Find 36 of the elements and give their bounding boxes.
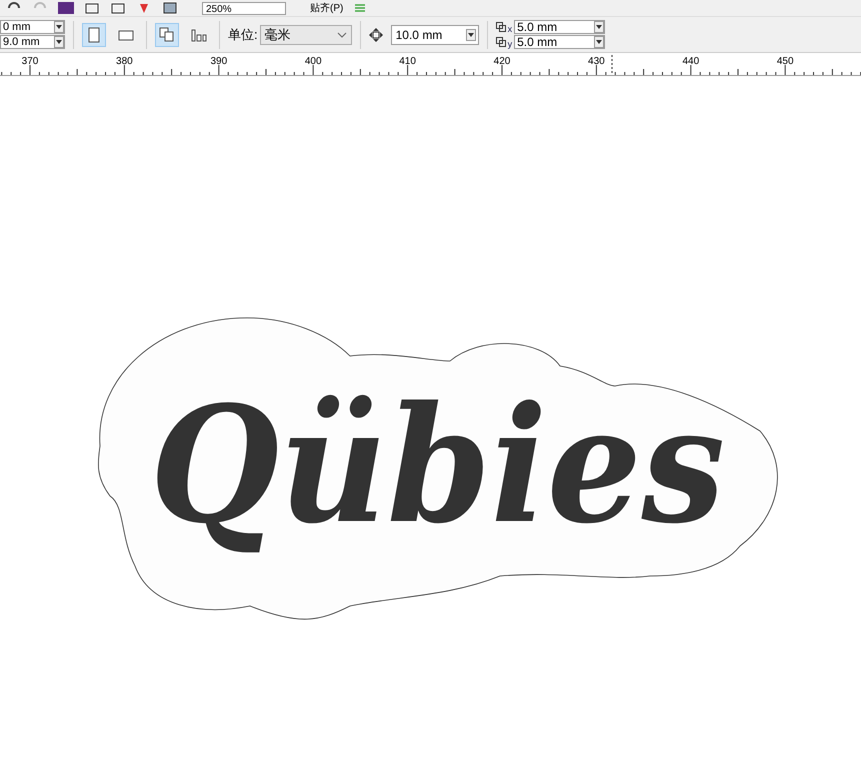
- page-icon: [86, 26, 102, 42]
- ruler-label: 370: [22, 56, 38, 67]
- duplicate-offset-field[interactable]: 5.0 mm: [514, 20, 606, 34]
- zoom-field[interactable]: 250%: [202, 2, 286, 14]
- pages-icon: [159, 26, 175, 42]
- caret-icon: [336, 32, 347, 38]
- ruler-label: 430: [588, 56, 605, 67]
- ruler-label: 400: [304, 56, 322, 67]
- spinner-icon[interactable]: [594, 36, 604, 48]
- ruler-label: 450: [776, 56, 794, 67]
- page-layout-button[interactable]: [155, 22, 179, 46]
- spinner-icon[interactable]: [594, 21, 604, 33]
- duplicate-offset-icon: [496, 37, 506, 47]
- logo-text: Qübies: [150, 371, 770, 559]
- ruler-label: 420: [494, 56, 510, 67]
- page-size-field[interactable]: 0 mm: [0, 20, 65, 34]
- axis-label: x: [508, 24, 512, 34]
- nudge-icon: [368, 28, 383, 42]
- units-dropdown[interactable]: 毫米: [260, 24, 352, 44]
- pages-icon: [191, 26, 207, 42]
- orientation-button[interactable]: [82, 22, 106, 46]
- ruler-label: 440: [682, 56, 700, 67]
- ruler-label: 410: [399, 56, 416, 67]
- spinner-icon[interactable]: [54, 36, 64, 48]
- snap-menu[interactable]: 贴齐(P): [310, 2, 344, 14]
- units-label: 单位:: [228, 26, 258, 44]
- page-size-field[interactable]: 9.0 mm: [0, 35, 65, 49]
- spinner-icon[interactable]: [466, 28, 476, 40]
- duplicate-offset-icon: [496, 22, 506, 32]
- axis-label: y: [508, 39, 512, 49]
- ruler-label: 380: [116, 56, 133, 67]
- ruler-label: 390: [210, 56, 228, 67]
- spinner-icon[interactable]: [54, 21, 64, 33]
- duplicate-offset-field[interactable]: 5.0 mm: [514, 35, 606, 49]
- nudge-field[interactable]: 10.0 mm: [390, 24, 479, 44]
- options-icon[interactable]: [353, 2, 368, 14]
